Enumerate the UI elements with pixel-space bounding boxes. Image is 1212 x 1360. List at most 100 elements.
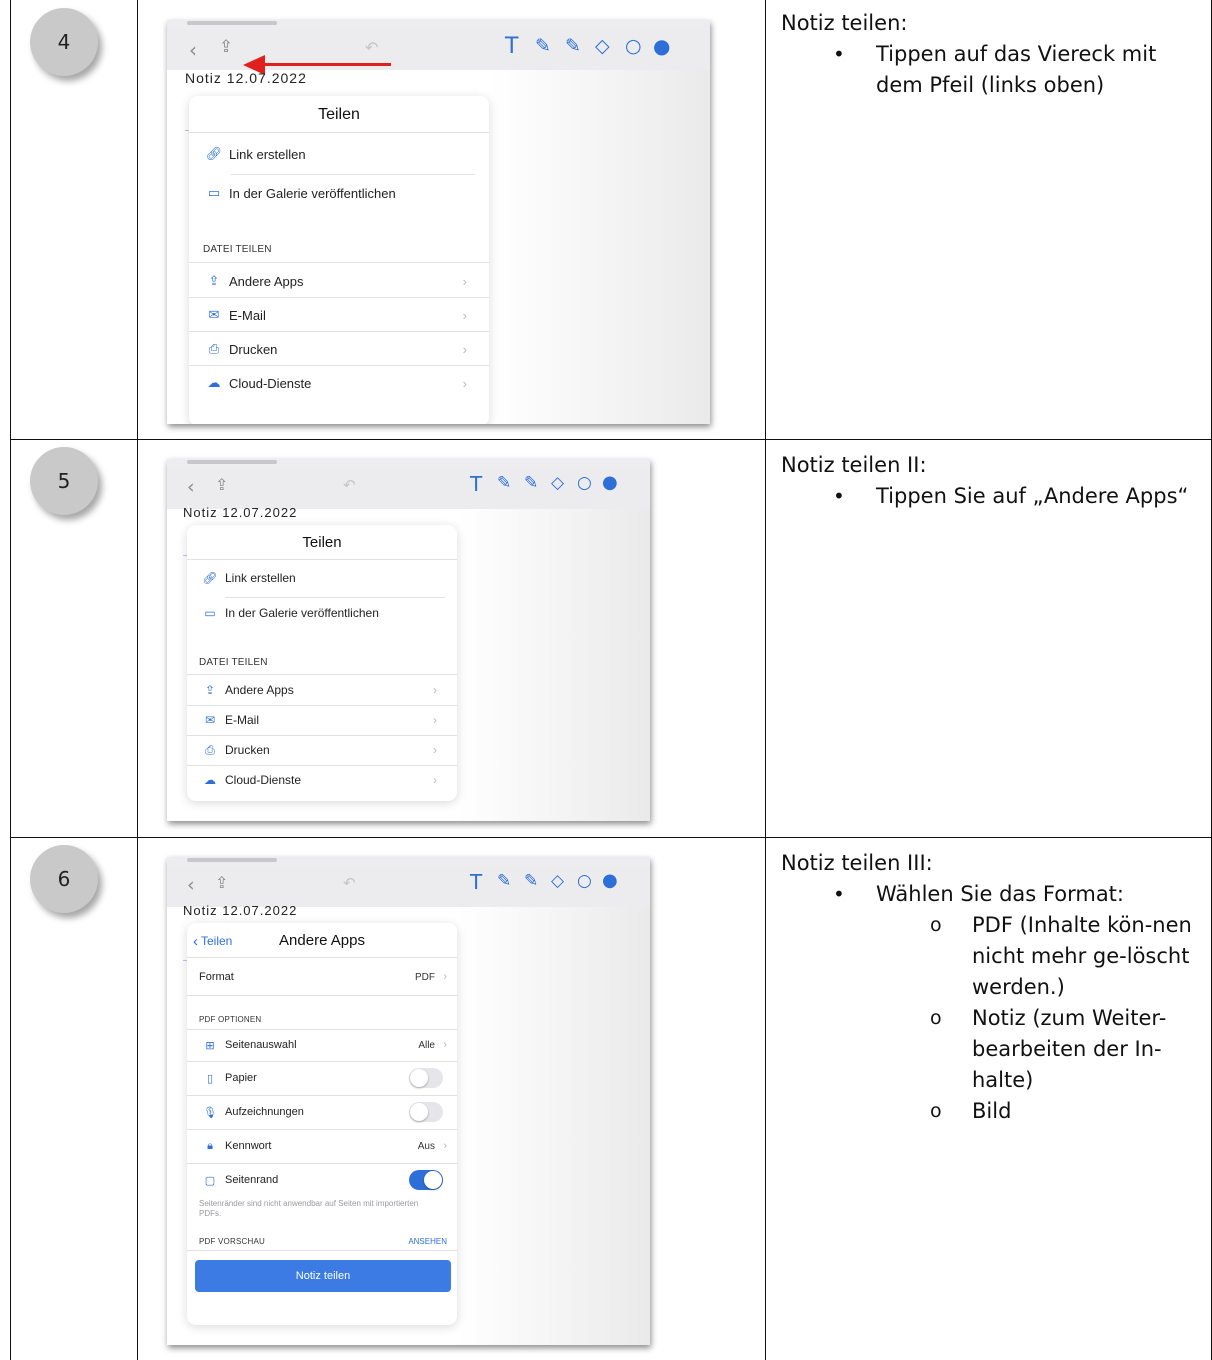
status-bar <box>167 857 650 867</box>
chevron-right-icon: › <box>462 273 467 289</box>
menu-item-other-apps[interactable]: ⇪ Andere Apps › <box>199 271 479 291</box>
table-divider-1 <box>137 0 138 1360</box>
menu-item-link[interactable]: 🔗︎ Link erstellen <box>195 569 295 587</box>
pen-tool-icon[interactable]: ✎ <box>497 871 511 891</box>
chevron-right-icon: › <box>462 307 467 323</box>
highlighter-tool-icon[interactable]: ✎ <box>565 35 581 57</box>
chevron-right-icon: › <box>443 1140 447 1152</box>
preview-link[interactable]: ANSEHEN <box>408 1237 447 1246</box>
menu-item-print[interactable]: ⎙ Drucken › <box>195 741 449 759</box>
text-tool-icon[interactable]: T <box>470 870 482 894</box>
gallery-icon: ▭ <box>204 606 216 620</box>
popover-title: Andere Apps <box>279 932 365 949</box>
chevron-right-icon: › <box>433 713 437 727</box>
step-badge: 4 <box>30 8 98 76</box>
step-description: Notiz teilen: Tippen auf das Viereck mit… <box>781 8 1201 101</box>
note-title: Notiz 12.07.2022 <box>185 70 307 86</box>
link-icon: 🔗︎ <box>202 571 218 585</box>
lasso-tool-icon[interactable]: ○ <box>625 35 642 57</box>
menu-item-print[interactable]: ⎙ Drucken › <box>199 339 479 359</box>
menu-item-other-apps[interactable]: ⇪ Andere Apps › <box>195 681 449 699</box>
lasso-tool-icon[interactable]: ○ <box>577 473 592 493</box>
table-divider-2 <box>765 0 766 1360</box>
option-page-selection[interactable]: ⊞ Seitenauswahl Alle › <box>195 1035 449 1055</box>
sub-bullet: PDF (Inhalte kön-nen nicht mehr ge-lösch… <box>781 910 1201 1003</box>
pen-tool-icon[interactable]: ✎ <box>497 473 511 493</box>
step-title: Notiz teilen II: <box>781 453 927 477</box>
menu-item-cloud[interactable]: ☁ Cloud-Dienste › <box>195 771 449 789</box>
option-password[interactable]: 🔒︎ Kennwort Aus › <box>195 1136 449 1156</box>
page-background <box>457 509 650 821</box>
screenshot-other-apps: ‹ ⇪ ↶ T ✎ ✎ ◇ ○ ● Notiz 12.07.2022 ‹ Teil… <box>167 857 650 1345</box>
status-bar <box>167 20 710 30</box>
undo-icon[interactable]: ↶ <box>365 38 378 57</box>
undo-icon[interactable]: ↶ <box>343 476 356 494</box>
preview-heading: PDF VORSCHAU <box>199 1237 265 1246</box>
mail-icon: ✉ <box>204 713 216 727</box>
link-icon: 🔗︎ <box>205 146 223 162</box>
lasso-tool-icon[interactable]: ○ <box>577 871 592 891</box>
share-icon[interactable]: ⇪ <box>215 873 228 892</box>
text-tool-icon[interactable]: T <box>505 34 518 59</box>
popover-title: Teilen <box>318 106 360 123</box>
menu-item-gallery[interactable]: ▭ In der Galerie veröffentlichen <box>199 183 396 203</box>
red-arrow-shaft <box>263 63 391 66</box>
sub-bullet: Notiz (zum Weiter-bearbeiten der In-halt… <box>781 1003 1201 1096</box>
undo-icon[interactable]: ↶ <box>343 874 356 892</box>
color-picker-icon[interactable]: ● <box>602 870 618 891</box>
color-picker-icon[interactable]: ● <box>653 34 670 58</box>
chevron-right-icon: › <box>433 743 437 757</box>
menu-item-email[interactable]: ✉ E-Mail › <box>199 305 479 325</box>
share-popover: Teilen 🔗︎ Link erstellen ▭ In der Galerie … <box>187 525 457 801</box>
row-divider-1 <box>10 439 1212 440</box>
recordings-toggle[interactable] <box>409 1102 443 1122</box>
printer-icon: ⎙ <box>208 341 220 357</box>
status-bar <box>167 459 650 469</box>
chevron-right-icon: › <box>443 1039 447 1051</box>
row-divider-2 <box>10 837 1212 838</box>
section-heading: PDF OPTIONEN <box>199 1015 262 1024</box>
step-badge: 5 <box>30 447 98 515</box>
highlighter-tool-icon[interactable]: ✎ <box>524 871 538 891</box>
note-title: Notiz 12.07.2022 <box>183 903 298 918</box>
instruction-table: 4 ‹ ⇪ ↶ T ✎ ✎ ◇ ○ ● Notiz 12.07.2022 Tei… <box>0 0 1212 1360</box>
eraser-tool-icon[interactable]: ◇ <box>551 473 564 493</box>
bullet: Tippen Sie auf „Andere Apps“ <box>781 481 1201 512</box>
microphone-icon: 🎙︎ <box>203 1105 217 1119</box>
margin-toggle[interactable] <box>409 1170 443 1190</box>
step-description: Notiz teilen III: Wählen Sie das Format:… <box>781 848 1201 1127</box>
back-chevron-icon[interactable]: ‹ <box>187 874 195 896</box>
menu-item-email[interactable]: ✉ E-Mail › <box>195 711 449 729</box>
popover-title: Teilen <box>302 534 342 551</box>
share-icon: ⇪ <box>204 683 216 697</box>
printer-icon: ⎙ <box>205 742 215 757</box>
back-chevron-icon[interactable]: ‹ <box>189 38 197 62</box>
text-tool-icon[interactable]: T <box>470 472 482 496</box>
menu-item-cloud[interactable]: ☁ Cloud-Dienste › <box>199 373 479 393</box>
page-background <box>457 907 650 1345</box>
step-description: Notiz teilen II: Tippen Sie auf „Andere … <box>781 450 1201 512</box>
menu-item-gallery[interactable]: ▭ In der Galerie veröffentlichen <box>195 604 379 622</box>
pen-tool-icon[interactable]: ✎ <box>535 35 551 57</box>
paper-toggle[interactable] <box>409 1068 443 1088</box>
page-background <box>489 70 710 424</box>
step-title: Notiz teilen III: <box>781 851 933 875</box>
gallery-icon: ▭ <box>207 185 221 201</box>
format-row[interactable]: Format PDF › <box>199 968 449 986</box>
step-badge: 6 <box>30 845 98 913</box>
back-chevron-icon[interactable]: ‹ <box>187 476 195 498</box>
highlighter-tool-icon[interactable]: ✎ <box>524 473 538 493</box>
menu-item-link[interactable]: 🔗︎ Link erstellen <box>199 144 306 164</box>
margin-hint: Seitenränder sind nicht anwendbar auf Se… <box>199 1199 419 1218</box>
chevron-right-icon: › <box>443 971 447 983</box>
share-icon[interactable]: ⇪ <box>215 475 228 494</box>
color-picker-icon[interactable]: ● <box>602 472 618 493</box>
bullet: Wählen Sie das Format: <box>781 879 1201 910</box>
eraser-tool-icon[interactable]: ◇ <box>551 871 564 891</box>
share-note-button[interactable]: Notiz teilen <box>195 1260 451 1292</box>
share-icon[interactable]: ⇪ <box>219 37 233 57</box>
chevron-right-icon: › <box>433 773 437 787</box>
eraser-tool-icon[interactable]: ◇ <box>595 35 610 57</box>
other-apps-popover: ‹ Teilen Andere Apps Format PDF › PDF OPTIO… <box>187 923 457 1325</box>
section-heading: DATEI TEILEN <box>199 657 268 668</box>
